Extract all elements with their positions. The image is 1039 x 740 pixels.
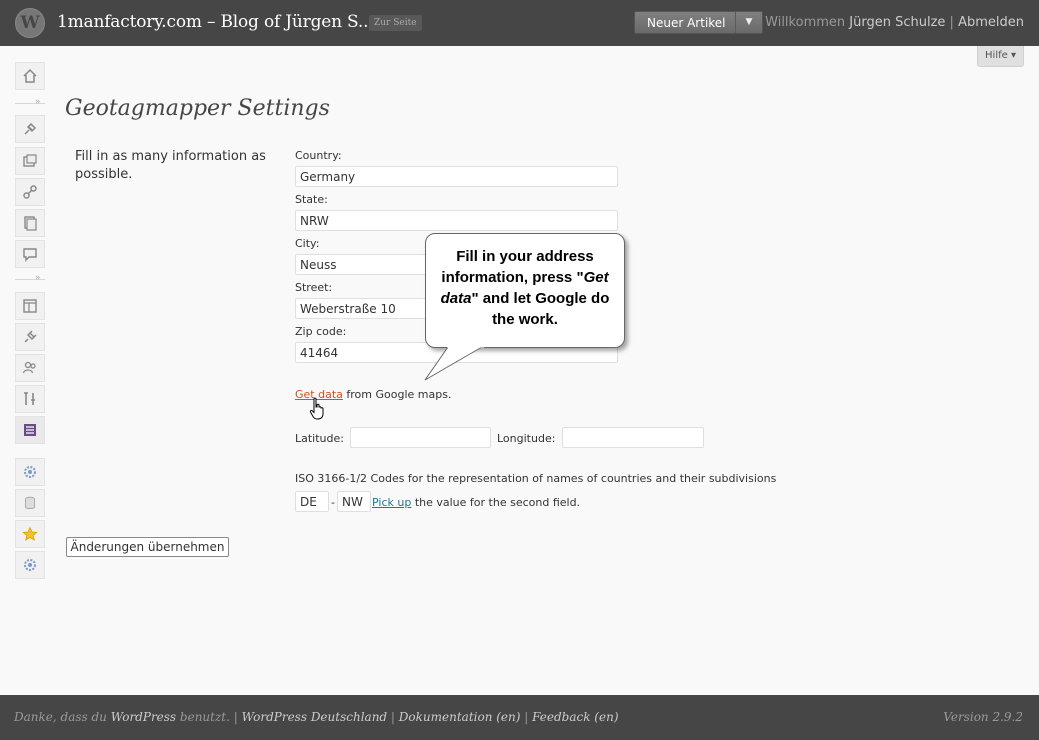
callout-text-1: Fill in your address information, press … (441, 248, 594, 286)
iso-country-input[interactable]: DE (295, 491, 329, 512)
admin-header: W 1manfactory.com – Blog of Jürgen S... … (0, 0, 1039, 46)
footer-thanks-suffix: benutzt. (176, 710, 230, 724)
documentation-link[interactable]: Dokumentation (en) (399, 710, 521, 724)
intro-text: Fill in as many information as possible. (75, 149, 266, 182)
posts-icon[interactable] (15, 115, 45, 143)
chevron-down-icon[interactable]: ▼ (735, 12, 762, 33)
comments-icon[interactable] (15, 240, 45, 268)
iso-dash: - (331, 496, 335, 509)
settings-icon[interactable] (15, 416, 45, 444)
save-changes-button[interactable]: Änderungen übernehmen (66, 537, 229, 557)
get-data-suffix: from Google maps. (342, 388, 452, 401)
site-title[interactable]: 1manfactory.com – Blog of Jürgen S... (57, 12, 374, 32)
state-label: State: (295, 193, 328, 206)
welcome-text: Willkommen (765, 15, 846, 30)
country-input[interactable]: Germany (295, 166, 618, 187)
visit-site-button[interactable]: Zur Seite (369, 15, 422, 31)
longitude-label: Longitude: (497, 432, 556, 445)
menu-separator: » (15, 97, 45, 107)
page-title: Geotagmapper Settings (65, 96, 330, 121)
zip-label: Zip code: (295, 325, 347, 338)
appearance-icon[interactable] (15, 292, 45, 320)
feedback-link[interactable]: Feedback (en) (532, 710, 618, 724)
media-icon[interactable] (15, 147, 45, 175)
pickup-suffix: the value for the second field. (411, 496, 581, 509)
pickup-link[interactable]: Pick up (372, 496, 411, 509)
plugin-gear-icon[interactable] (15, 458, 45, 486)
footer-thanks-prefix: Danke, dass du (14, 710, 111, 724)
tools-icon[interactable] (15, 385, 45, 413)
new-post-button[interactable]: Neuer Artikel ▼ (634, 11, 763, 34)
footer-links: Danke, dass du WordPress benutzt. | Word… (14, 710, 619, 724)
pickup-row: Pick up the value for the second field. (372, 496, 580, 509)
hand-cursor-icon (309, 397, 324, 420)
footer-sep: | (387, 710, 399, 724)
footer-sep: | (520, 710, 533, 724)
star-icon[interactable] (15, 520, 45, 548)
links-icon[interactable] (15, 178, 45, 206)
plugins-icon[interactable] (15, 323, 45, 351)
latitude-label: Latitude: (295, 432, 344, 445)
street-label: Street: (295, 281, 333, 294)
latitude-input[interactable] (350, 427, 491, 448)
state-input[interactable]: NRW (295, 210, 618, 231)
version-text: Version 2.9.2 (943, 710, 1023, 724)
user-info: Willkommen Jürgen Schulze | Abmelden (765, 15, 1024, 30)
pages-icon[interactable] (15, 209, 45, 237)
separator: | (949, 15, 954, 30)
city-label: City: (295, 237, 320, 250)
footer-sep: | (229, 710, 242, 724)
country-label: Country: (295, 149, 342, 162)
dashboard-icon[interactable] (15, 62, 45, 90)
user-name-link[interactable]: Jürgen Schulze (849, 15, 945, 30)
wordpress-logo-icon[interactable]: W (15, 8, 45, 38)
users-icon[interactable] (15, 354, 45, 382)
wordpress-link[interactable]: WordPress (111, 710, 176, 724)
callout-text-2: " and let Google do the work. (471, 290, 610, 328)
help-button[interactable]: Hilfe ▾ (977, 46, 1024, 67)
admin-footer: Danke, dass du WordPress benutzt. | Word… (0, 695, 1039, 740)
database-icon[interactable] (15, 489, 45, 517)
new-post-label[interactable]: Neuer Artikel (647, 16, 726, 30)
logout-link[interactable]: Abmelden (958, 15, 1024, 30)
tooltip-callout: Fill in your address information, press … (425, 233, 625, 348)
wordpress-de-link[interactable]: WordPress Deutschland (242, 710, 388, 724)
iso-subdivision-input[interactable]: NW (337, 491, 371, 512)
menu-separator: » (15, 273, 45, 283)
iso-description: ISO 3166-1/2 Codes for the representatio… (295, 472, 777, 485)
longitude-input[interactable] (562, 427, 704, 448)
callout-tail (424, 346, 484, 381)
plugin-gear-icon-2[interactable] (15, 551, 45, 579)
